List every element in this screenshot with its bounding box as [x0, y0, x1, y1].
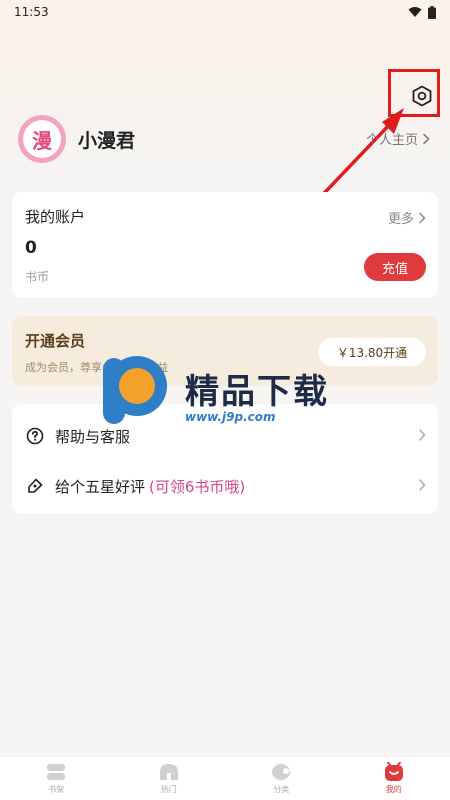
watermark-logo-icon: [103, 356, 167, 424]
account-more-label: 更多: [387, 212, 414, 227]
coin-balance: 0: [25, 238, 37, 258]
profile-section: 漫 小漫君 个人主页: [18, 114, 438, 164]
avatar[interactable]: 漫: [18, 115, 66, 163]
homepage-link[interactable]: 个人主页: [366, 129, 430, 148]
vip-title: 开通会员: [25, 332, 86, 350]
category-icon: [272, 764, 291, 780]
tab-profile[interactable]: 我的: [338, 757, 450, 800]
chevron-right-icon: [422, 132, 430, 145]
rate-pen-icon: [25, 476, 45, 496]
chevron-right-icon: [418, 478, 426, 492]
tab-bookshelf[interactable]: 书架: [0, 757, 113, 800]
watermark-text: 精品下载: [185, 372, 329, 412]
tab-hot[interactable]: 热门: [113, 757, 226, 800]
coin-label: 书币: [25, 270, 50, 284]
tab-label: 书架: [48, 785, 65, 794]
bookshelf-icon: [47, 764, 66, 780]
rate-app-item[interactable]: 给个五星好评 (可领6书币哦): [12, 464, 438, 508]
homepage-label: 个人主页: [365, 133, 418, 148]
username: 小漫君: [78, 129, 136, 152]
account-more-link[interactable]: 更多: [388, 208, 426, 227]
rate-app-label: 给个五星好评: [55, 477, 146, 496]
watermark-url: www.j9p.com: [185, 410, 276, 424]
bottom-tab-bar: 书架 热门 分类 我的: [0, 756, 450, 800]
tab-label: 我的: [385, 785, 402, 794]
tab-category[interactable]: 分类: [225, 757, 338, 800]
tab-label: 热门: [160, 785, 177, 794]
avatar-logo: 漫: [23, 120, 61, 158]
watermark: 精品下载 www.j9p.com: [97, 352, 357, 432]
recharge-button[interactable]: 充值: [364, 253, 426, 281]
profile-icon: [384, 762, 403, 781]
help-question-icon: [25, 426, 45, 446]
rate-reward-text: (可领6书币哦): [149, 477, 246, 496]
hot-icon: [159, 764, 178, 780]
tab-label: 分类: [273, 785, 290, 794]
chevron-right-icon: [418, 211, 426, 224]
chevron-right-icon: [418, 428, 426, 442]
account-title: 我的账户: [25, 208, 86, 226]
account-card: 我的账户 更多 0 书币 充值: [12, 192, 438, 298]
